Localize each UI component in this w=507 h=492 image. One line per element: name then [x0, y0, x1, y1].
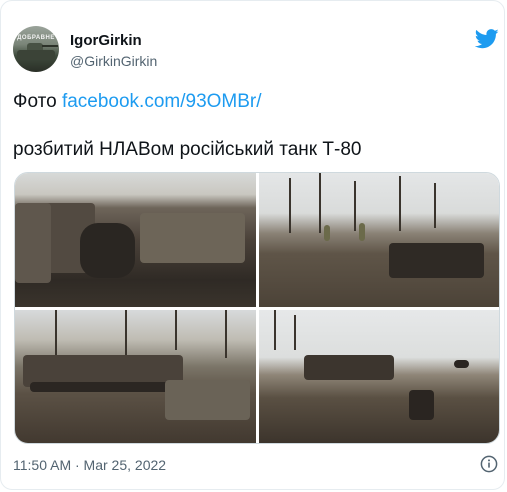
- photo-1-engine: [80, 223, 135, 278]
- media-grid: [14, 172, 500, 444]
- photo-3-debris: [165, 380, 250, 420]
- photo-4-debris: [409, 390, 434, 420]
- photo-2-soldier: [324, 225, 330, 241]
- photo-2-tree: [434, 183, 436, 228]
- photo-3[interactable]: [15, 310, 256, 443]
- photo-3-tree: [175, 310, 177, 350]
- tweet-timestamp[interactable]: 11:50 AM · Mar 25, 2022: [13, 457, 166, 473]
- author-display-name[interactable]: IgorGirkin: [70, 32, 142, 49]
- photo-1-debris: [140, 213, 245, 263]
- photo-2-tree: [319, 173, 321, 233]
- tweet-text-body: розбитий НЛАВом російський танк Т-80: [13, 139, 362, 160]
- photo-2-soldier: [359, 223, 365, 241]
- tweet-text-line-1: Фото facebook.com/93OMBr/: [13, 91, 262, 113]
- photo-4-tree: [294, 315, 296, 350]
- photo-3-tree: [225, 310, 227, 358]
- tweet-text-prefix: Фото: [13, 91, 62, 112]
- tweet-card: ДОБРАВНЕ IgorGirkin @GirkinGirkin Фото f…: [0, 0, 505, 490]
- photo-3-tree: [125, 310, 127, 360]
- avatar-caption: ДОБРАВНЕ: [17, 35, 55, 41]
- avatar[interactable]: ДОБРАВНЕ: [13, 26, 59, 72]
- photo-4[interactable]: [259, 310, 499, 443]
- photo-3-tracks: [30, 382, 180, 392]
- author-handle[interactable]: @GirkinGirkin: [70, 53, 157, 69]
- photo-2-tank-wreck: [389, 243, 484, 278]
- photo-2-tree: [399, 176, 401, 231]
- facebook-link[interactable]: facebook.com/93OMBr/: [62, 91, 262, 112]
- photo-2-tree: [354, 181, 356, 231]
- photo-3-tree: [55, 310, 57, 355]
- photo-2[interactable]: [259, 173, 499, 307]
- avatar-tank-body: [17, 50, 55, 60]
- photo-4-tree: [274, 310, 276, 350]
- photo-1[interactable]: [15, 173, 256, 307]
- photo-4-wreck: [304, 355, 394, 380]
- photo-1-hull-edge: [15, 203, 51, 283]
- avatar-tank-gun: [42, 45, 58, 47]
- info-icon[interactable]: [480, 455, 498, 473]
- twitter-bird-icon[interactable]: [475, 29, 499, 49]
- photo-2-tree: [289, 178, 291, 233]
- photo-4-debris: [454, 360, 469, 368]
